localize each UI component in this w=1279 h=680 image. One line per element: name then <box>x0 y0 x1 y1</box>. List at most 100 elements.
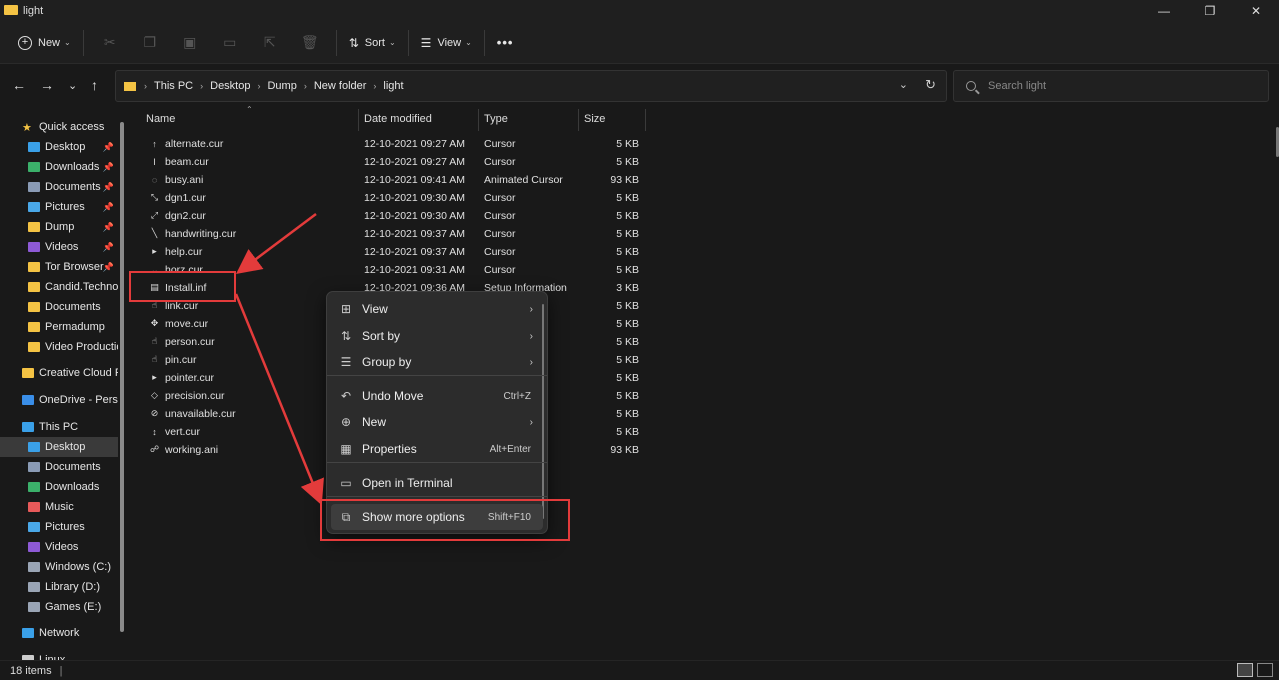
maximize-button[interactable]: ❐ <box>1187 0 1233 22</box>
file-icon: ☝ <box>151 354 158 364</box>
file-date: 12-10-2021 09:31 AM <box>364 264 465 276</box>
close-button[interactable]: ✕ <box>1233 0 1279 22</box>
sidebar-item-dump[interactable]: Dump 📌 <box>0 217 118 237</box>
toolbar-divider <box>483 29 485 56</box>
sidebar-item-label: Downloads <box>45 161 100 173</box>
sidebar-item-videos[interactable]: Videos <box>0 537 118 557</box>
column-header-type[interactable]: Type <box>484 107 508 131</box>
sidebar-item-label: Videos <box>45 241 79 253</box>
more-options-button[interactable]: ••• <box>491 28 520 58</box>
sort-button[interactable]: ⇅ Sort ⌄ <box>343 28 402 58</box>
sidebar-item-linux[interactable]: Linux <box>0 650 118 660</box>
recent-locations-icon[interactable]: ⌄ <box>68 79 77 92</box>
breadcrumb-desktop[interactable]: Desktop <box>210 80 250 92</box>
pin-icon: 📌 <box>102 141 114 152</box>
up-arrow-icon[interactable]: ↑ <box>91 77 98 93</box>
breadcrumb-light[interactable]: light <box>383 80 403 92</box>
sidebar-item-library-d[interactable]: Library (D:) <box>0 577 118 597</box>
annotation-box-install-inf <box>129 271 236 302</box>
folder-icon <box>28 322 40 332</box>
search-box[interactable] <box>953 70 1269 102</box>
minimize-button[interactable]: — <box>1141 0 1187 22</box>
column-header-size[interactable]: Size <box>584 107 605 131</box>
column-divider[interactable] <box>645 109 646 131</box>
annotation-box-show-more-options <box>320 499 570 541</box>
sidebar-item-documents[interactable]: Documents <box>0 457 118 477</box>
address-bar[interactable]: › This PC › Desktop › Dump › New folder … <box>115 70 947 102</box>
file-row[interactable]: Ibeam.cur 12-10-2021 09:27 AM Cursor 5 KB <box>132 153 647 171</box>
breadcrumb-dump[interactable]: Dump <box>267 80 296 92</box>
sidebar-item-tor-browser[interactable]: Tor Browser 📌 <box>0 257 118 277</box>
column-divider[interactable] <box>578 109 579 131</box>
breadcrumb-new-folder[interactable]: New folder <box>314 80 367 92</box>
cut-icon[interactable]: ✂ <box>95 28 125 58</box>
sidebar-item-games-e[interactable]: Games (E:) <box>0 597 118 617</box>
sidebar-item-windows-c[interactable]: Windows (C:) <box>0 557 118 577</box>
chevron-right-icon: › <box>200 81 204 91</box>
file-size: 5 KB <box>616 300 639 312</box>
file-row[interactable]: ⤢ dgn2.cur 12-10-2021 09:30 AM Cursor 5 KB <box>132 207 647 225</box>
sidebar-item-candid-technolo[interactable]: Candid.Technolo <box>0 277 118 297</box>
paste-icon[interactable]: ▣ <box>175 28 205 58</box>
sidebar-item-creative-cloud-fil[interactable]: Creative Cloud Fil <box>0 363 118 383</box>
navigation-row: ← → ⌄ ↑ › This PC › Desktop › Dump › New… <box>0 65 1279 107</box>
item-count: 18 items <box>10 664 52 677</box>
sidebar-item-label: Documents <box>45 181 101 193</box>
file-type: Cursor <box>484 138 516 150</box>
sidebar-item-desktop[interactable]: Desktop <box>0 437 118 457</box>
context-menu-item-open-in-terminal[interactable]: ▭ Open in Terminal <box>331 470 543 496</box>
context-menu-item-view[interactable]: ⊞ View › <box>331 296 543 322</box>
chevron-down-icon: ⌄ <box>388 38 396 47</box>
file-name: beam.cur <box>165 156 209 168</box>
large-icons-view-icon[interactable] <box>1257 663 1273 677</box>
column-divider[interactable] <box>358 109 359 131</box>
sidebar-item-quick-access[interactable]: ★ Quick access <box>0 117 118 137</box>
refresh-icon[interactable]: ↻ <box>925 77 936 93</box>
context-menu-item-undo-move[interactable]: ↶ Undo Move Ctrl+Z <box>331 383 543 409</box>
details-view-icon[interactable] <box>1237 663 1253 677</box>
context-menu-item-sort-by[interactable]: ⇅ Sort by › <box>331 323 543 349</box>
file-row[interactable]: ⤡ dgn1.cur 12-10-2021 09:30 AM Cursor 5 KB <box>132 189 647 207</box>
context-menu-item-properties[interactable]: ▦ Properties Alt+Enter <box>331 436 543 462</box>
file-type: Cursor <box>484 210 516 222</box>
sidebar-item-onedrive-persor[interactable]: OneDrive - Persor <box>0 390 118 410</box>
context-menu: ⊞ View › ⇅ Sort by › ☰ Group by › ↶ Undo Move Ctrl+… <box>326 291 548 534</box>
column-header-date[interactable]: Date modified <box>364 107 432 131</box>
sidebar-item-desktop[interactable]: Desktop 📌 <box>0 137 118 157</box>
sidebar-item-pictures[interactable]: Pictures <box>0 517 118 537</box>
sidebar-item-downloads[interactable]: Downloads <box>0 477 118 497</box>
context-menu-item-group-by[interactable]: ☰ Group by › <box>331 349 543 375</box>
column-divider[interactable] <box>478 109 479 131</box>
sidebar-scrollbar[interactable] <box>120 122 124 632</box>
new-button[interactable]: + New ⌄ <box>12 28 77 58</box>
file-type: Cursor <box>484 246 516 258</box>
file-row[interactable]: ◌ busy.ani 12-10-2021 09:41 AM Animated Cur… <box>132 171 647 189</box>
view-button[interactable]: ☰ View ⌄ <box>415 28 478 58</box>
file-row[interactable]: ╲ handwriting.cur 12-10-2021 09:37 AM Curso… <box>132 225 647 243</box>
sidebar-item-video-productio[interactable]: Video Productio <box>0 337 118 357</box>
sidebar-item-documents[interactable]: Documents <box>0 297 118 317</box>
sidebar-item-this-pc[interactable]: This PC <box>0 417 118 437</box>
forward-arrow-icon[interactable]: → <box>40 77 54 93</box>
sidebar-item-network[interactable]: Network <box>0 623 118 643</box>
search-input[interactable] <box>988 80 1248 92</box>
sidebar-item-pictures[interactable]: Pictures 📌 <box>0 197 118 217</box>
sidebar-item-documents[interactable]: Documents 📌 <box>0 177 118 197</box>
sidebar-item-label: Creative Cloud Fil <box>39 367 118 379</box>
rename-icon[interactable]: ▭ <box>215 28 245 58</box>
undo-icon: ↶ <box>340 389 352 403</box>
sidebar-item-videos[interactable]: Videos 📌 <box>0 237 118 257</box>
chevron-down-icon[interactable]: ⌄ <box>899 78 908 91</box>
copy-icon[interactable]: ❐ <box>135 28 165 58</box>
back-arrow-icon[interactable]: ← <box>12 77 26 93</box>
delete-icon[interactable]: 🗑 <box>295 28 325 58</box>
sidebar-item-music[interactable]: Music <box>0 497 118 517</box>
context-menu-item-new[interactable]: ⊕ New › <box>331 409 543 435</box>
file-row[interactable]: ▸ help.cur 12-10-2021 09:37 AM Cursor 5 KB <box>132 243 647 261</box>
column-header-name[interactable]: Name <box>146 107 175 131</box>
sidebar-item-downloads[interactable]: Downloads 📌 <box>0 157 118 177</box>
breadcrumb-this-pc[interactable]: This PC <box>154 80 193 92</box>
sidebar-item-permadump[interactable]: Permadump <box>0 317 118 337</box>
file-row[interactable]: ↑ alternate.cur 12-10-2021 09:27 AM Cursor 5… <box>132 135 647 153</box>
share-icon[interactable]: ⇱ <box>255 28 285 58</box>
